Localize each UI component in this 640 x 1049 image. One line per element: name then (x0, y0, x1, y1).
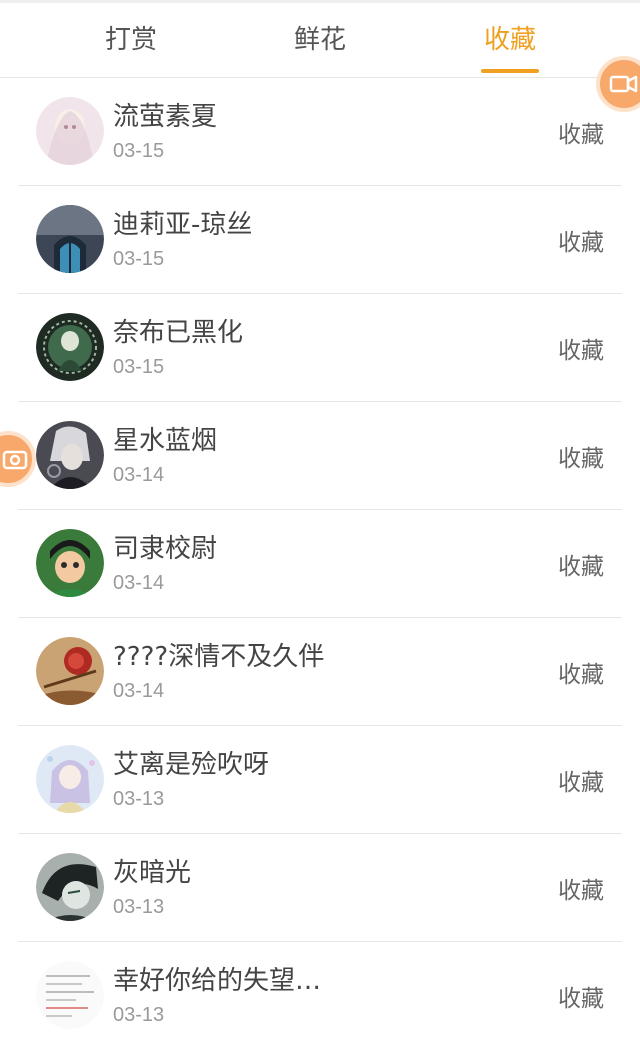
avatar[interactable] (36, 853, 104, 921)
user-name: 星水蓝烟 (113, 426, 218, 456)
video-float-button[interactable] (596, 56, 640, 112)
favorite-label: 收藏 (558, 230, 604, 256)
list-item[interactable]: 迪莉亚-琼丝 03-15 收藏 (18, 186, 622, 294)
tab-bar: 打赏 鲜花 收藏 (0, 3, 640, 78)
user-name: 流萤素夏 (113, 102, 218, 132)
date-label: 03-13 (113, 896, 165, 918)
avatar[interactable] (36, 421, 104, 489)
avatar[interactable] (36, 205, 104, 273)
date-label: 03-14 (113, 680, 165, 702)
favorite-label: 收藏 (558, 662, 604, 688)
favorite-label: 收藏 (558, 554, 604, 580)
date-label: 03-14 (113, 464, 165, 486)
favorite-label: 收藏 (558, 338, 604, 364)
tab-label: 收藏 (483, 25, 536, 55)
favorite-label: 收藏 (558, 446, 604, 472)
avatar[interactable] (36, 961, 104, 1029)
date-label: 03-14 (113, 572, 165, 594)
favorite-label: 收藏 (558, 770, 604, 796)
favorite-label: 收藏 (558, 122, 604, 148)
user-name: 司隶校尉 (113, 534, 218, 564)
list-item[interactable]: 灰暗光 03-13 收藏 (18, 834, 622, 942)
avatar[interactable] (36, 97, 104, 165)
list-item[interactable]: 司隶校尉 03-14 收藏 (18, 510, 622, 618)
date-label: 03-15 (113, 248, 165, 270)
user-name: ????深情不及久伴 (113, 642, 325, 672)
date-label: 03-15 (113, 356, 165, 378)
list-item[interactable]: 星水蓝烟 03-14 收藏 (18, 402, 622, 510)
list-item[interactable]: 艾离是殓吹呀 03-13 收藏 (18, 726, 622, 834)
active-tab-indicator (481, 69, 539, 73)
user-name: 艾离是殓吹呀 (113, 750, 270, 780)
tab-flowers[interactable]: 鲜花 (250, 3, 390, 77)
favorite-label: 收藏 (558, 878, 604, 904)
list-item[interactable]: 奈布已黑化 03-15 收藏 (18, 294, 622, 402)
date-label: 03-15 (113, 140, 165, 162)
tab-label: 打赏 (104, 25, 157, 55)
avatar[interactable] (36, 637, 104, 705)
user-name: 奈布已黑化 (113, 318, 244, 348)
list-item[interactable]: 流萤素夏 03-15 收藏 (18, 78, 622, 186)
tab-reward[interactable]: 打赏 (61, 3, 201, 77)
avatar[interactable] (36, 529, 104, 597)
user-name: 灰暗光 (113, 858, 192, 888)
date-label: 03-13 (113, 1004, 165, 1026)
favorites-list: 流萤素夏 03-15 收藏 迪莉亚-琼丝 03-15 收藏 奈布已黑化 03-1… (18, 78, 622, 1049)
avatar[interactable] (36, 745, 104, 813)
avatar[interactable] (36, 313, 104, 381)
list-item[interactable]: 幸好你给的失望… 03-13 收藏 (18, 942, 622, 1049)
camera-float-button[interactable] (0, 431, 36, 487)
date-label: 03-13 (113, 788, 165, 810)
list-item[interactable]: ????深情不及久伴 03-14 收藏 (18, 618, 622, 726)
user-name: 幸好你给的失望… (113, 966, 322, 996)
favorite-label: 收藏 (558, 986, 604, 1012)
user-name: 迪莉亚-琼丝 (113, 210, 253, 240)
tab-label: 鲜花 (293, 25, 346, 55)
tab-favorites[interactable]: 收藏 (440, 3, 580, 77)
